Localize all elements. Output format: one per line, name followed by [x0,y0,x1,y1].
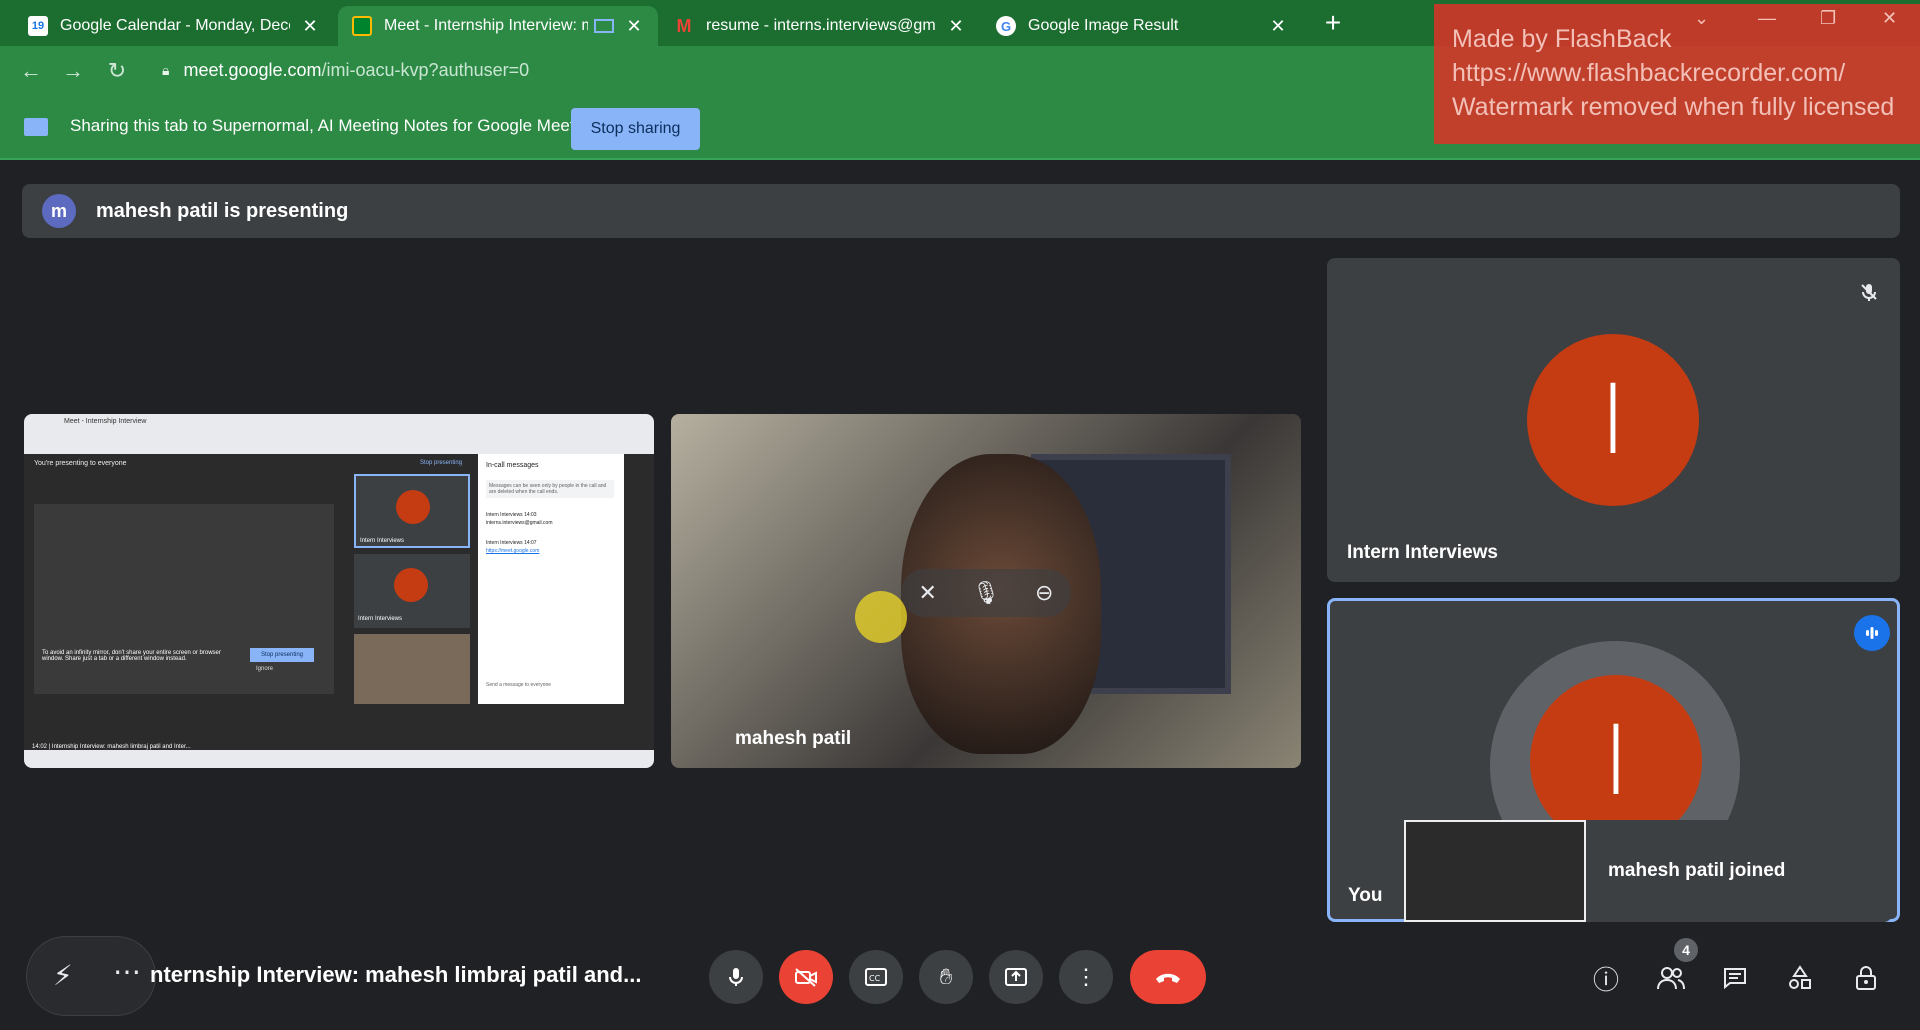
tab-gmail[interactable]: M resume - interns.interviews@gmail.c ✕ [660,6,980,46]
tab-meet[interactable]: Meet - Internship Interview: ma ✕ [338,6,658,46]
shared-mirror-warning: To avoid an infinity mirror, don't share… [42,650,221,662]
chevron-down-icon[interactable]: ⌄ [1694,8,1709,29]
sharing-indicator-icon [594,19,614,33]
calendar-icon: 19 [28,16,48,36]
presenting-text: mahesh patil is presenting [96,199,349,222]
forward-icon[interactable]: → [60,58,86,84]
screen-share-tile[interactable]: Meet - Internship Interview You're prese… [24,414,654,768]
captions-button[interactable]: CC [849,950,903,1004]
reload-icon[interactable]: ↻ [104,58,130,84]
tab-google-image[interactable]: G Google Image Result ✕ [982,6,1302,46]
tab-google-calendar[interactable]: 19 Google Calendar - Monday, Decemb ✕ [14,6,334,46]
new-tab-button[interactable]: + [1318,8,1348,38]
tab-title: Google Calendar - Monday, Decemb [60,17,290,34]
watermark-line3: Watermark removed when fully licensed [1452,93,1895,121]
gmail-icon: M [676,15,692,36]
activities-icon[interactable] [1780,958,1820,998]
tab-title: Meet - Internship Interview: ma [384,17,588,34]
participant-name: mahesh patil [735,728,852,749]
participant-joined-toast: mahesh patil joined [1404,820,1892,922]
participant-name: You [1348,885,1383,906]
shared-mirror-area [34,504,334,694]
joined-text: mahesh patil joined [1608,860,1786,881]
remove-icon[interactable]: ⊖ [1035,580,1053,606]
presenting-banner: m mahesh patil is presenting [22,184,1900,238]
raise-hand-button[interactable]: ✋︎ [919,950,973,1004]
tab-title: resume - interns.interviews@gmail.c [706,17,936,34]
meet-icon [352,16,372,36]
people-icon[interactable] [1651,958,1691,998]
stop-sharing-button[interactable]: Stop sharing [571,108,700,150]
shared-tab-title: Meet - Internship Interview [64,418,147,425]
shared-taskbar [24,750,654,768]
intern-avatar: I [1527,334,1699,506]
camera-tile-mahesh[interactable]: ✕ 🎙︎ ⊖ mahesh patil [671,414,1301,768]
watermark-line1: Made by FlashBack [1452,25,1672,53]
url-path: /imi-oacu-kvp?authuser=0 [321,59,530,80]
svg-text:CC: CC [869,974,881,983]
end-call-button[interactable] [1130,950,1206,1004]
shared-stop-presenting-button: Stop presenting [250,648,314,662]
shared-stop-presenting: Stop presenting [420,460,463,466]
shared-camera-thumb [354,634,470,704]
cursor-highlight [855,591,907,643]
tab-title: Google Image Result [1028,17,1179,34]
meeting-details-icon[interactable]: ⓘ [1586,958,1626,998]
present-now-button[interactable] [989,950,1043,1004]
shared-browser-chrome: Meet - Internship Interview [24,414,654,454]
lock-icon: 🔒︎ [162,61,170,78]
sharing-message: Sharing this tab to Supernormal, AI Meet… [70,116,575,135]
watermark-line2: https://www.flashbackrecorder.com/ [1452,59,1846,87]
shared-intern-tile: Intern Interviews [354,474,470,548]
companion-pill[interactable]: ⚡︎ ⋯ [26,936,156,1016]
meeting-title: nternship Interview: mahesh limbraj pati… [150,962,642,987]
close-icon[interactable]: ✕ [624,16,644,37]
audio-level-icon [1854,615,1890,651]
restore-icon[interactable]: ❐ [1820,8,1836,29]
shared-presenting-banner: You're presenting to everyone [34,460,127,467]
mic-icon[interactable]: 🎙︎ [972,580,1000,606]
camera-off-button[interactable] [779,950,833,1004]
intern-interviews-tile[interactable]: I Intern Interviews [1327,258,1900,582]
pin-off-icon[interactable]: ✕ [919,580,937,606]
shared-ignore: Ignore [256,666,274,672]
google-icon: G [996,16,1016,36]
url-host: meet.google.com [183,59,322,80]
screen-share-icon [24,118,48,136]
back-icon[interactable]: ← [18,58,44,84]
minimize-icon[interactable]: — [1758,8,1776,29]
close-icon[interactable]: ✕ [300,16,320,37]
shared-chat-panel: In-call messages Messages can be seen on… [478,454,624,704]
close-icon[interactable]: ✕ [1268,16,1288,37]
window-close-icon[interactable]: ✕ [1882,8,1897,29]
host-controls-icon[interactable] [1846,958,1886,998]
chat-icon[interactable] [1715,958,1755,998]
address-bar[interactable]: 🔒︎ meet.google.com /imi-oacu-kvp?authuse… [150,52,1400,88]
close-icon[interactable]: ✕ [946,16,966,37]
mic-off-icon [1855,278,1883,306]
shared-screen-body: You're presenting to everyone Stop prese… [24,454,654,758]
mic-button[interactable] [709,950,763,1004]
tile-hover-controls: ✕ 🎙︎ ⊖ [901,569,1071,617]
watermark: Made by FlashBack https://www.flashbackr… [1434,4,1920,144]
shared-intern-tile-2: Intern Interviews [354,554,470,628]
more-options-button[interactable]: ⋮ [1059,950,1113,1004]
lightning-icon[interactable]: ⚡︎ [53,959,73,992]
people-count-badge: 4 [1674,938,1698,962]
presenter-avatar: m [42,194,76,228]
joined-thumbnail [1404,820,1586,922]
participant-name: Intern Interviews [1347,542,1498,563]
more-icon[interactable]: ⋯ [113,955,141,988]
